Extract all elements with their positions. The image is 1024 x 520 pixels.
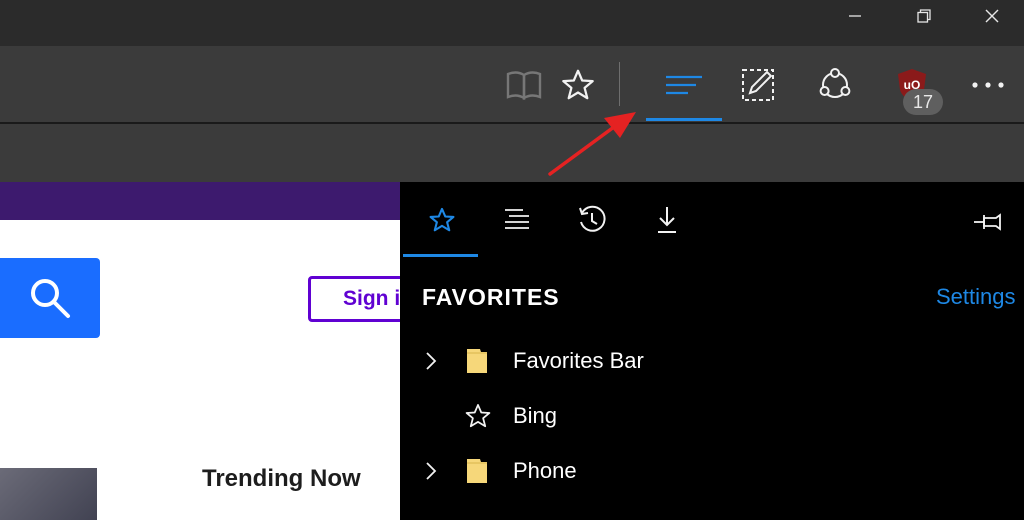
folder-icon bbox=[466, 457, 488, 485]
trending-heading: Trending Now bbox=[202, 465, 361, 492]
hub-active-indicator bbox=[646, 118, 722, 121]
restore-button[interactable] bbox=[901, 0, 947, 32]
favorites-heading: FAVORITES bbox=[422, 284, 560, 310]
folder-icon bbox=[466, 347, 488, 375]
web-note-button[interactable] bbox=[726, 46, 790, 124]
pen-square-icon bbox=[740, 67, 776, 103]
favorite-item-bing[interactable]: Bing bbox=[400, 389, 1024, 443]
minimize-icon bbox=[847, 8, 863, 24]
search-button[interactable] bbox=[0, 258, 100, 338]
pin-icon bbox=[972, 212, 1004, 232]
sign-in-button[interactable]: Sign i bbox=[308, 276, 400, 322]
search-icon bbox=[28, 276, 72, 320]
ellipsis-icon bbox=[970, 81, 1006, 89]
book-icon bbox=[506, 69, 542, 101]
site-header-band bbox=[0, 182, 400, 220]
close-button[interactable] bbox=[969, 0, 1015, 32]
tab-favorites[interactable] bbox=[403, 182, 481, 258]
favorite-item-favorites-bar[interactable]: Favorites Bar bbox=[400, 334, 1024, 388]
close-icon bbox=[984, 8, 1000, 24]
favorite-item-phone[interactable]: Phone bbox=[400, 444, 1024, 498]
pin-panel-button[interactable] bbox=[968, 202, 1008, 242]
favorite-item-label: Favorites Bar bbox=[513, 348, 644, 373]
active-tab-indicator bbox=[403, 254, 478, 257]
restore-icon bbox=[916, 8, 932, 24]
star-icon bbox=[560, 67, 596, 103]
hub-lines-icon bbox=[664, 73, 704, 97]
tab-history[interactable] bbox=[553, 182, 631, 258]
more-button[interactable] bbox=[956, 46, 1020, 124]
hub-panel: FAVORITES Settings Favorites Bar Bing Ph… bbox=[400, 182, 1024, 520]
browser-toolbar: uO bbox=[0, 46, 1024, 124]
favorites-bar-strip bbox=[0, 124, 1024, 182]
chevron-right-icon[interactable] bbox=[424, 460, 438, 482]
tab-downloads[interactable] bbox=[628, 182, 706, 258]
chevron-right-icon[interactable] bbox=[424, 350, 438, 372]
hub-button[interactable] bbox=[652, 46, 716, 124]
favorites-settings-link[interactable]: Settings bbox=[936, 284, 1016, 310]
favorite-item-label: Bing bbox=[513, 403, 558, 428]
download-icon bbox=[655, 205, 679, 235]
star-icon bbox=[464, 402, 492, 430]
favorite-item-label: Phone bbox=[513, 458, 577, 483]
title-bar bbox=[0, 0, 1024, 46]
share-icon bbox=[816, 67, 854, 103]
share-button[interactable] bbox=[803, 46, 867, 124]
minimize-button[interactable] bbox=[832, 0, 878, 32]
trending-thumbnail[interactable] bbox=[0, 468, 97, 520]
extension-badge-count: 17 bbox=[903, 89, 943, 115]
history-icon bbox=[577, 205, 607, 235]
reading-list-icon bbox=[503, 207, 531, 233]
web-page-content: Sign i Trending Now bbox=[0, 182, 400, 520]
star-icon bbox=[428, 206, 456, 234]
tab-reading-list[interactable] bbox=[478, 182, 556, 258]
annotation-arrow bbox=[540, 100, 640, 180]
